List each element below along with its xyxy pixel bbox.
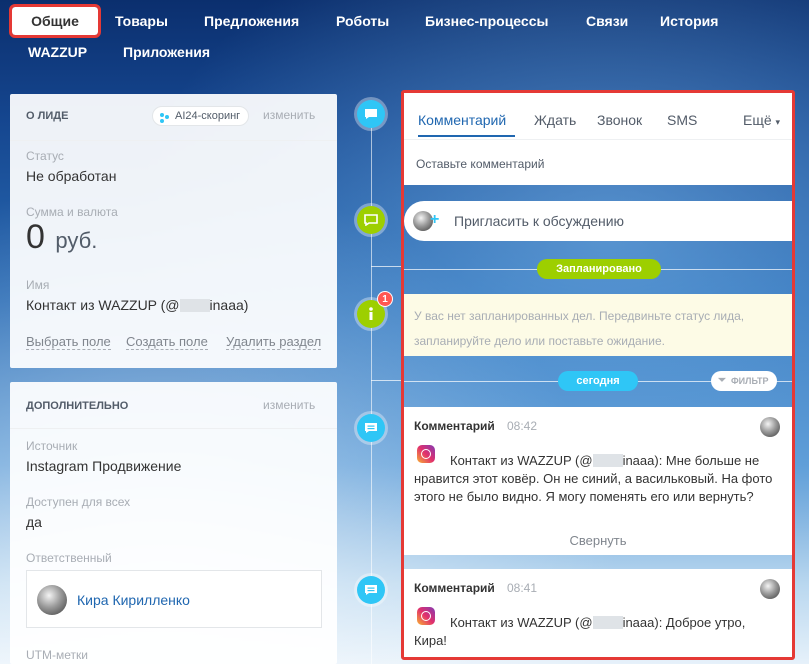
tab-history[interactable]: История	[652, 7, 726, 35]
filter-icon: ⏷	[718, 375, 726, 386]
planned-empty-text: У вас нет запланированных дел. Передвинь…	[414, 309, 745, 348]
avatar[interactable]	[760, 417, 780, 437]
planned-pill: Запланировано	[537, 259, 661, 279]
tab-products[interactable]: Товары	[107, 7, 176, 35]
currency-value: руб.	[55, 228, 98, 253]
status-value[interactable]: Не обработан	[26, 168, 116, 184]
ai-icon	[159, 111, 170, 123]
edit-additional-link[interactable]: изменить	[263, 398, 315, 412]
tab-relations[interactable]: Связи	[578, 7, 636, 35]
tab-applications[interactable]: Приложения	[115, 38, 218, 66]
comment-list-icon[interactable]	[357, 576, 385, 604]
top-nav: Общие Товары Предложения Роботы Бизнес-п…	[0, 0, 809, 70]
comment-title: Комментарий	[414, 581, 495, 595]
comment-entry: Комментарий 08:41 Контакт из WAZZUP (@ in…	[404, 569, 792, 657]
comment-list-icon[interactable]	[357, 414, 385, 442]
redacted-block	[179, 299, 210, 312]
today-pill: сегодня	[558, 371, 638, 391]
comment-text: Контакт из WAZZUP (@ inaaa): Доброе утро,…	[414, 614, 774, 650]
responsible-name[interactable]: Кира Кирилленко	[77, 592, 190, 608]
card-title: ДОПОЛНИТЕЛЬНО	[26, 400, 129, 412]
select-field-link[interactable]: Выбрать поле	[26, 334, 111, 350]
activity-panel: Комментарий Ждать Звонок SMS Ещё ▾ Остав…	[401, 90, 795, 660]
chat-icon[interactable]	[357, 206, 385, 234]
source-value[interactable]: Instagram Продвижение	[26, 458, 181, 474]
tab-call[interactable]: Звонок	[597, 112, 642, 128]
more-label: Ещё	[743, 112, 772, 128]
divider	[10, 140, 337, 141]
collapse-link[interactable]: Свернуть	[404, 533, 792, 548]
card-title: О ЛИДЕ	[26, 110, 69, 122]
chevron-down-icon: ▾	[775, 117, 781, 127]
name-prefix: Контакт из WAZZUP (@	[26, 297, 180, 313]
name-label: Имя	[26, 278, 50, 292]
additional-card: ДОПОЛНИТЕЛЬНО изменить Источник Instagra…	[10, 382, 337, 664]
amount-value-row[interactable]: 0 руб.	[26, 218, 97, 257]
invite-label: Пригласить к обсуждению	[454, 213, 625, 229]
amount-label: Сумма и валюта	[26, 205, 118, 219]
plus-icon: +	[430, 211, 440, 228]
comment-input[interactable]: Оставьте комментарий	[416, 157, 544, 171]
timeline-connector	[371, 380, 401, 381]
name-suffix: inaaa)	[209, 297, 249, 313]
comment-title: Комментарий	[414, 419, 495, 433]
comment-text-prefix: Контакт из WAZZUP (@	[450, 615, 593, 630]
ai-scoring-label: AI24-скоринг	[175, 110, 241, 122]
comment-time: 08:41	[507, 581, 538, 595]
more-menu[interactable]: Ещё ▾	[743, 112, 780, 128]
available-value[interactable]: да	[26, 514, 42, 530]
comment-text: Контакт из WAZZUP (@ inaaa): Мне больше н…	[414, 452, 774, 506]
redacted-block	[592, 454, 623, 467]
responsible-label: Ответственный	[26, 551, 112, 565]
tab-offers[interactable]: Предложения	[196, 7, 307, 35]
status-label: Статус	[26, 149, 64, 163]
divider	[10, 428, 337, 429]
utm-label: UTM-метки	[26, 648, 88, 662]
filter-label: ФИЛЬТР	[731, 376, 769, 386]
avatar[interactable]	[37, 585, 67, 615]
tab-sms[interactable]: SMS	[667, 112, 697, 128]
tab-robots[interactable]: Роботы	[328, 7, 397, 35]
comment-time: 08:42	[507, 419, 538, 433]
responsible-box: Кира Кирилленко	[26, 570, 322, 628]
lead-info-card: О ЛИДЕ AI24-скоринг изменить Статус Не о…	[10, 94, 337, 368]
tab-business-processes[interactable]: Бизнес-процессы	[417, 7, 556, 35]
timeline-connector	[371, 266, 401, 267]
name-value[interactable]: Контакт из WAZZUP (@ inaaa)	[26, 297, 248, 313]
delete-section-link[interactable]: Удалить раздел	[226, 334, 322, 350]
tab-wait[interactable]: Ждать	[534, 112, 576, 128]
tab-comment[interactable]: Комментарий	[418, 112, 506, 128]
planned-empty-box: У вас нет запланированных дел. Передвинь…	[404, 294, 792, 356]
comment-icon[interactable]	[357, 100, 385, 128]
ai-scoring-badge[interactable]: AI24-скоринг	[152, 106, 250, 126]
amount-value: 0	[26, 218, 45, 256]
comment-entry: Комментарий 08:42 Контакт из WAZZUP (@ in…	[404, 407, 792, 555]
comment-text-prefix: Контакт из WAZZUP (@	[450, 453, 593, 468]
invite-discussion[interactable]: + Пригласить к обсуждению	[404, 201, 792, 241]
divider	[404, 139, 792, 140]
activity-editor: Комментарий Ждать Звонок SMS Ещё ▾ Остав…	[404, 93, 792, 185]
tab-wazzup[interactable]: WAZZUP	[20, 38, 95, 66]
active-tab-underline	[418, 135, 515, 137]
redacted-block	[592, 616, 623, 629]
available-label: Доступен для всех	[26, 495, 131, 509]
source-label: Источник	[26, 439, 78, 453]
notification-badge: 1	[377, 291, 393, 307]
filter-button[interactable]: ⏷ ФИЛЬТР	[711, 371, 777, 391]
edit-lead-link[interactable]: изменить	[263, 108, 315, 122]
avatar[interactable]	[760, 579, 780, 599]
create-field-link[interactable]: Создать поле	[126, 334, 208, 350]
tab-general[interactable]: Общие	[9, 4, 101, 38]
